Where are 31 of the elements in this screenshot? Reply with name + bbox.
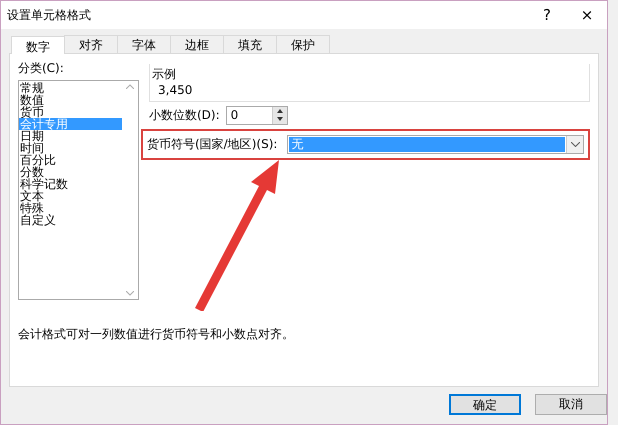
help-button[interactable]: ?: [527, 6, 567, 24]
sample-value: 3,450: [158, 83, 192, 97]
category-list[interactable]: 常规 数值 货币 会计专用 日期 时间 百分比 分数 科学记数 文本 特殊 自定义: [18, 80, 139, 300]
category-item[interactable]: 常规: [19, 82, 122, 94]
sample-label: 示例: [152, 67, 176, 81]
category-item[interactable]: 文本: [19, 190, 122, 202]
category-item[interactable]: 货币: [19, 106, 122, 118]
window-title: 设置单元格格式: [7, 6, 92, 24]
decimal-places-spinner[interactable]: 0: [226, 106, 288, 125]
category-item[interactable]: 百分比: [19, 154, 122, 166]
description-text: 会计格式可对一列数值进行货币符号和小数点对齐。: [18, 327, 294, 341]
decimal-places-label: 小数位数(D):: [149, 107, 220, 124]
category-item[interactable]: 特殊: [19, 202, 122, 214]
cancel-button[interactable]: 取消: [535, 394, 607, 415]
tab[interactable]: 对齐: [64, 35, 118, 53]
category-item[interactable]: 分数: [19, 166, 122, 178]
close-button[interactable]: ×: [567, 6, 607, 24]
category-item[interactable]: 时间: [19, 142, 122, 154]
category-item[interactable]: 日期: [19, 130, 122, 142]
tab[interactable]: 边框: [170, 35, 224, 53]
currency-symbol-label: 货币符号(国家/地区)(S):: [147, 136, 278, 153]
tab[interactable]: 保护: [276, 35, 330, 53]
tab[interactable]: 数字: [11, 36, 65, 54]
category-label: 分类(C):: [18, 60, 65, 77]
category-item[interactable]: 数值: [19, 94, 122, 106]
category-item[interactable]: 科学记数: [19, 178, 122, 190]
category-item[interactable]: 自定义: [19, 214, 122, 226]
ok-button[interactable]: 确定: [449, 394, 521, 415]
tab[interactable]: 字体: [117, 35, 171, 53]
chevron-down-icon: [570, 142, 580, 147]
tab[interactable]: 填充: [223, 35, 277, 53]
